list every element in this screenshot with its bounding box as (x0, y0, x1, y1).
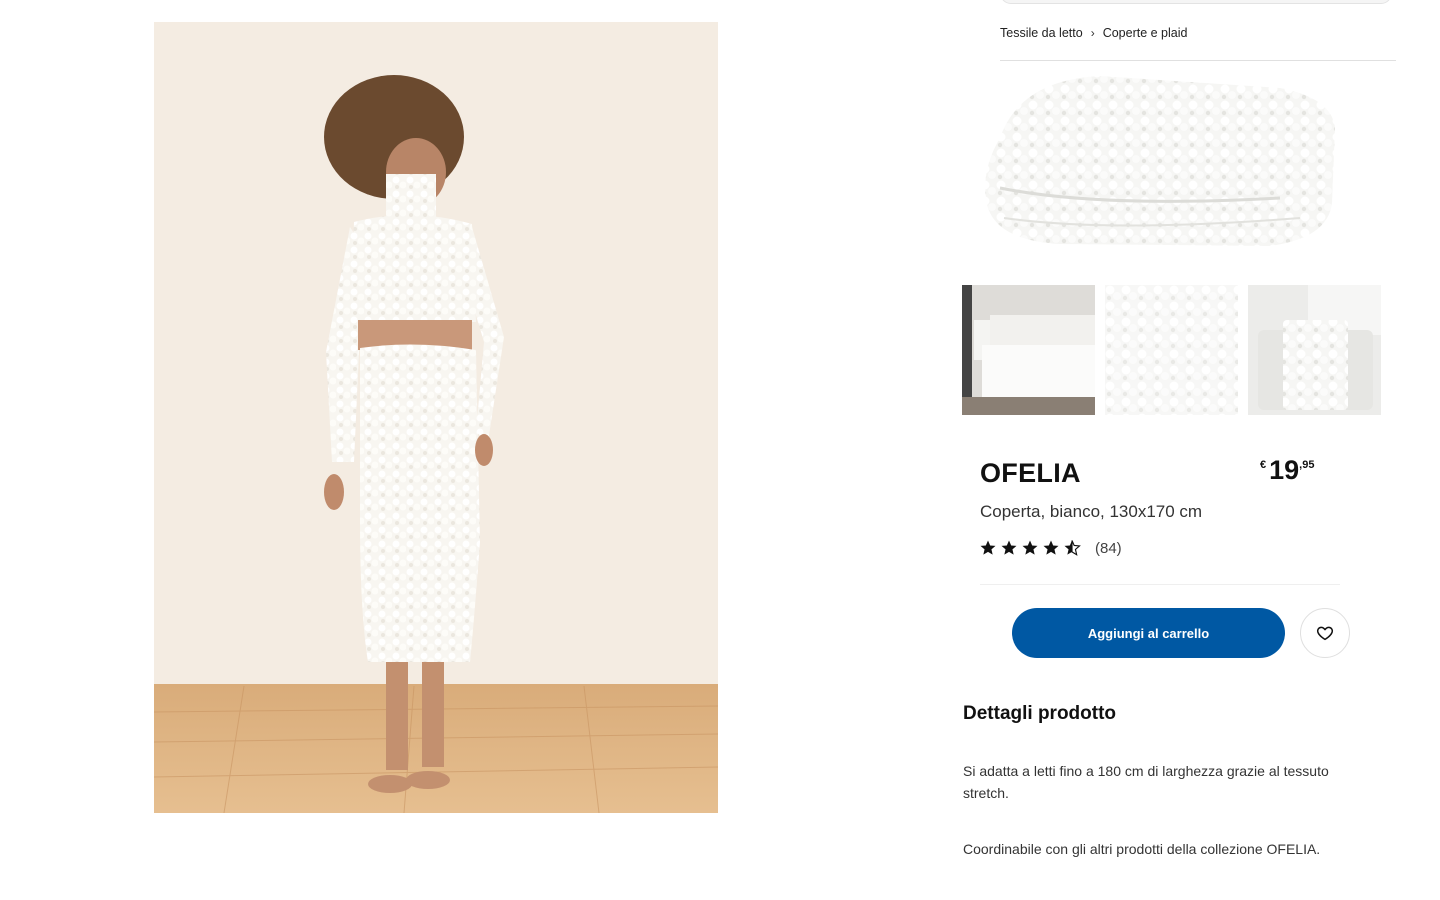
thumbnail-bench[interactable] (1248, 285, 1381, 415)
product-details-paragraph: Coordinabile con gli altri prodotti dell… (963, 841, 1321, 857)
thumbnail-gallery (962, 285, 1381, 415)
star-icon (980, 540, 996, 555)
star-icon (1043, 540, 1059, 555)
half-star-icon (1064, 539, 1081, 557)
star-icon (1022, 540, 1038, 555)
favourite-button[interactable] (1300, 608, 1350, 658)
thumbnail-texture[interactable] (1105, 285, 1238, 415)
heart-icon (1316, 626, 1334, 641)
product-details-paragraph: Si adatta a letti fino a 180 cm di largh… (963, 763, 1329, 801)
star-icon (1001, 540, 1017, 555)
price-integer: 19 (1269, 455, 1300, 485)
search-bar[interactable] (1000, 0, 1392, 4)
chevron-right-icon: › (1090, 26, 1095, 40)
divider (1000, 60, 1396, 61)
breadcrumb-item-bedding-textiles[interactable]: Tessile da letto (1000, 26, 1083, 40)
price-decimal: ,95 (1299, 459, 1315, 471)
breadcrumb-item-blankets-throws[interactable]: Coperte e plaid (1103, 26, 1188, 40)
product-details-title: Dettagli prodotto (963, 703, 1117, 724)
add-to-cart-button[interactable]: Aggiungi al carrello (1012, 608, 1285, 658)
product-description: Coperta, bianco, 130x170 cm (980, 502, 1203, 521)
rating-stars (979, 539, 1081, 557)
model-photo (154, 22, 718, 813)
thumbnail-bedroom[interactable] (962, 285, 1095, 415)
divider (980, 584, 1340, 585)
breadcrumb: Tessile da letto › Coperte e plaid (1000, 25, 1187, 41)
product-main-image[interactable] (980, 68, 1340, 253)
rating[interactable]: (84) (979, 539, 1122, 557)
review-count[interactable]: (84) (1095, 540, 1122, 557)
price-currency: € (1260, 459, 1267, 471)
price: € 19 ,95 (1260, 455, 1314, 485)
product-name: OFELIA (980, 458, 1081, 488)
